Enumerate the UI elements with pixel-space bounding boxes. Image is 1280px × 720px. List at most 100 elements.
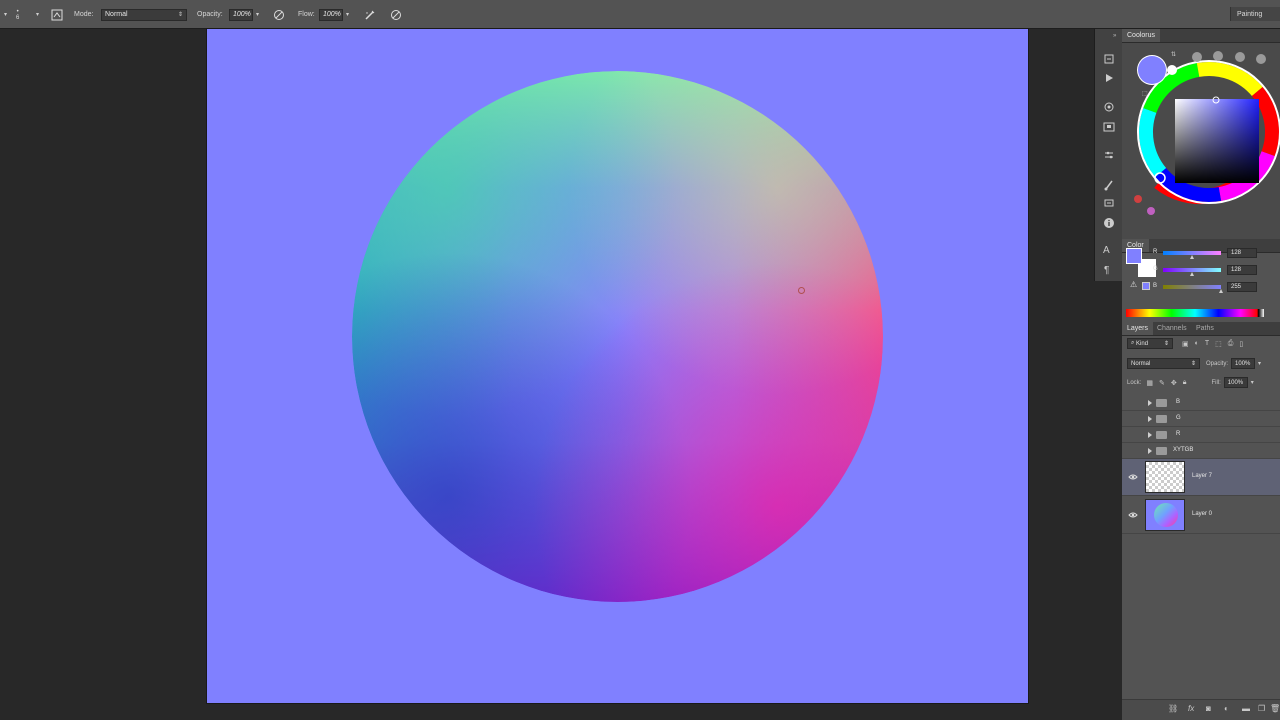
- layer-opacity-input[interactable]: 100%: [1231, 358, 1256, 369]
- fx-icon[interactable]: fx: [1188, 704, 1198, 714]
- brush-preset-icon-4[interactable]: [1256, 54, 1266, 64]
- pressure-size-toggle[interactable]: [390, 0, 402, 29]
- kind-filter-value: Kind: [1136, 340, 1149, 347]
- flow-label: Flow:: [298, 11, 315, 18]
- layers-panel: Layers Channels Paths ⌕ Kind ⇕ ▣ ◐ T ⬚ ⎙…: [1122, 322, 1280, 720]
- swap-colors-icon[interactable]: ⇅: [1171, 52, 1176, 58]
- adjustments-icon[interactable]: [1103, 149, 1115, 161]
- eye-icon[interactable]: [1128, 510, 1138, 520]
- slider-value-b[interactable]: 255: [1227, 282, 1257, 292]
- mode-select[interactable]: Normal ⇕: [101, 8, 187, 21]
- brush-preset-icon-3[interactable]: [1235, 52, 1245, 62]
- lock-label: Lock:: [1127, 379, 1142, 386]
- lock-transparent-icon[interactable]: ▦: [1146, 379, 1153, 387]
- color-mixer-icon[interactable]: [1147, 207, 1155, 215]
- coolorus-title: Coolorus: [1127, 32, 1156, 39]
- filter-shape-icon[interactable]: ⬚: [1215, 340, 1222, 348]
- tool-presets-icon[interactable]: [1103, 197, 1115, 209]
- layer-group-g[interactable]: G: [1122, 411, 1280, 427]
- trash-icon[interactable]: 🗑︎: [1270, 704, 1280, 714]
- tab-paths-label: Paths: [1196, 325, 1214, 332]
- collapse-icon[interactable]: »: [1113, 33, 1116, 39]
- flow-input[interactable]: 100%: [319, 8, 343, 21]
- new-group-icon[interactable]: ▬: [1242, 704, 1252, 714]
- expand-arrow-icon[interactable]: [1148, 400, 1152, 406]
- link-layers-icon[interactable]: ⛓︎: [1168, 704, 1178, 714]
- workspace-switcher[interactable]: Painting: [1230, 7, 1280, 21]
- chevron-down-icon[interactable]: ▾: [1258, 360, 1261, 367]
- add-mask-icon[interactable]: ◙: [1206, 704, 1216, 714]
- navigator-icon[interactable]: [1103, 121, 1115, 133]
- adjustment-layer-icon[interactable]: ◐: [1224, 704, 1234, 714]
- lock-row: Lock: ▦ ✎ ✥ 🔒︎ Fill: 100% ▾: [1122, 377, 1280, 388]
- filter-adjustment-icon[interactable]: ◐: [1195, 340, 1199, 347]
- blend-mode-select[interactable]: Normal ⇕: [1127, 358, 1200, 369]
- history-icon[interactable]: [1103, 53, 1115, 65]
- opacity-input[interactable]: 100%: [229, 8, 253, 21]
- filter-pixel-icon[interactable]: ▣: [1182, 340, 1189, 348]
- slider-thumb-r[interactable]: [1190, 255, 1194, 259]
- slider-value-g[interactable]: 128: [1227, 265, 1257, 275]
- opacity-dropdown[interactable]: ▾: [256, 11, 259, 18]
- brush-cursor: [798, 287, 805, 294]
- tab-paths[interactable]: Paths: [1191, 322, 1219, 335]
- opacity-label: Opacity:: [197, 11, 223, 18]
- slider-value-r[interactable]: 128: [1227, 248, 1257, 258]
- layer-row-layer-7[interactable]: Layer 7: [1122, 459, 1280, 496]
- filter-toggle[interactable]: ▯: [1239, 340, 1243, 348]
- brush-preset-icon-2[interactable]: [1213, 51, 1223, 61]
- slider-track-b[interactable]: [1163, 285, 1221, 289]
- pressure-size-icon: [391, 9, 401, 20]
- brush-size-dropdown[interactable]: ▾: [36, 0, 39, 29]
- tab-layers[interactable]: Layers: [1122, 322, 1154, 335]
- color-wheel[interactable]: ⬚ ⇅: [1122, 43, 1280, 239]
- layer-group-r[interactable]: R: [1122, 427, 1280, 443]
- expand-arrow-icon[interactable]: [1148, 432, 1152, 438]
- pressure-opacity-toggle[interactable]: [273, 0, 285, 29]
- eye-icon[interactable]: [1128, 472, 1138, 482]
- lock-position-icon[interactable]: ✥: [1171, 379, 1177, 387]
- expand-arrow-icon[interactable]: [1148, 416, 1152, 422]
- info-icon[interactable]: [1103, 217, 1115, 229]
- fill-input[interactable]: 100%: [1223, 377, 1248, 388]
- expand-arrow-icon[interactable]: [1148, 448, 1152, 454]
- color-spectrum-bar[interactable]: [1126, 309, 1264, 317]
- brush-preset-icon-1[interactable]: [1192, 52, 1202, 62]
- slider-thumb-g[interactable]: [1190, 272, 1194, 276]
- lock-pixels-icon[interactable]: ✎: [1159, 379, 1165, 387]
- slider-label-b: B: [1153, 283, 1158, 289]
- layer-group-b[interactable]: B: [1122, 395, 1280, 411]
- coolorus-tab-row: Coolorus: [1122, 29, 1280, 43]
- brush-panel-toggle[interactable]: [51, 0, 63, 29]
- tab-coolorus[interactable]: Coolorus: [1122, 29, 1161, 42]
- group-name: XYTGB: [1173, 447, 1194, 453]
- tab-layers-label: Layers: [1127, 325, 1149, 332]
- slider-row-b: B 255: [1122, 282, 1280, 294]
- fill-label: Fill:: [1211, 379, 1221, 386]
- foreground-swatch[interactable]: [1138, 56, 1166, 84]
- layer-row-layer-0[interactable]: Layer 0: [1122, 496, 1280, 534]
- brush-size-picker[interactable]: • 6: [16, 0, 19, 29]
- lock-all-icon[interactable]: 🔒︎: [1183, 379, 1187, 387]
- chevron-down-icon[interactable]: ▾: [1251, 379, 1254, 386]
- flow-dropdown[interactable]: ▾: [346, 11, 349, 18]
- paragraph-icon[interactable]: ¶: [1104, 265, 1109, 276]
- slider-value-r-text: 128: [1231, 250, 1242, 256]
- new-layer-icon[interactable]: ❐: [1258, 704, 1268, 714]
- tool-preset-dropdown[interactable]: ▾: [4, 0, 7, 29]
- kind-filter-select[interactable]: ⌕ Kind ⇕: [1127, 338, 1173, 349]
- filter-type-icon[interactable]: T: [1205, 340, 1209, 347]
- layer-group-xytgb[interactable]: XYTGB: [1122, 443, 1280, 459]
- options-bar: ▾ • 6 ▾ Mode: Normal ⇕ Opacity: 100% ▾ F…: [0, 0, 1280, 29]
- clone-source-icon[interactable]: [1103, 101, 1115, 113]
- airbrush-toggle[interactable]: [364, 0, 376, 29]
- color-harmony-icon[interactable]: [1134, 195, 1142, 203]
- play-icon[interactable]: [1103, 72, 1115, 84]
- character-icon[interactable]: A: [1103, 245, 1110, 256]
- reset-colors-icon[interactable]: ⬚: [1142, 91, 1148, 97]
- filter-smart-object-icon[interactable]: ⎙: [1228, 340, 1234, 348]
- slider-thumb-b[interactable]: [1219, 289, 1223, 293]
- tab-channels[interactable]: Channels: [1152, 322, 1192, 335]
- brush-presets-icon[interactable]: [1103, 179, 1115, 191]
- chevron-down-icon: ▾: [36, 12, 40, 18]
